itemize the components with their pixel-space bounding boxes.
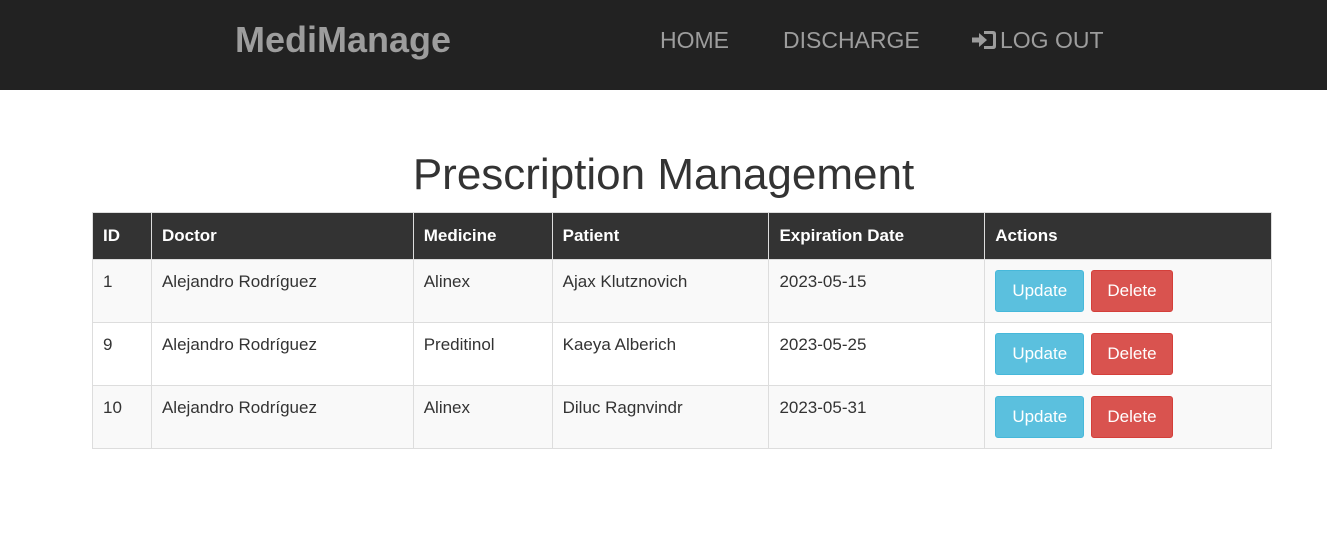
- cell-patient: Kaeya Alberich: [551, 322, 770, 386]
- header-doctor: Doctor: [150, 212, 414, 260]
- cell-expiration-date: 2023-05-31: [768, 385, 986, 449]
- cell-medicine: Preditinol: [412, 322, 553, 386]
- nav-logout-link[interactable]: LOG OUT: [970, 26, 1104, 54]
- cell-patient: Diluc Ragnvindr: [551, 385, 770, 449]
- header-expiration-date: Expiration Date: [768, 212, 986, 260]
- cell-id: 10: [92, 385, 152, 449]
- cell-medicine: Alinex: [412, 259, 553, 323]
- delete-button[interactable]: Delete: [1090, 396, 1173, 438]
- table-row: 10 Alejandro Rodríguez Alinex Diluc Ragn…: [92, 385, 1272, 449]
- nav-logout-label: LOG OUT: [1000, 27, 1104, 53]
- nav-home-link[interactable]: HOME: [660, 26, 729, 54]
- table-header-row: ID Doctor Medicine Patient Expiration Da…: [92, 212, 1272, 260]
- cell-actions: Update Delete: [984, 385, 1272, 449]
- cell-id: 1: [92, 259, 152, 323]
- nav-discharge-label: DISCHARGE: [783, 27, 920, 53]
- cell-doctor: Alejandro Rodríguez: [150, 259, 414, 323]
- brand-logo-link[interactable]: MediManage: [235, 18, 451, 62]
- top-navbar: MediManage HOME DISCHARGE LOG OUT: [0, 0, 1327, 90]
- cell-doctor: Alejandro Rodríguez: [150, 385, 414, 449]
- header-actions: Actions: [984, 212, 1272, 260]
- cell-expiration-date: 2023-05-15: [768, 259, 986, 323]
- delete-button[interactable]: Delete: [1090, 333, 1173, 375]
- nav-discharge-link[interactable]: DISCHARGE: [783, 26, 920, 54]
- log-in-icon: [970, 28, 998, 52]
- update-button[interactable]: Update: [995, 270, 1085, 312]
- table-row: 1 Alejandro Rodríguez Alinex Ajax Klutzn…: [92, 259, 1272, 323]
- cell-actions: Update Delete: [984, 322, 1272, 386]
- cell-patient: Ajax Klutznovich: [551, 259, 770, 323]
- header-id: ID: [92, 212, 152, 260]
- table-row: 9 Alejandro Rodríguez Preditinol Kaeya A…: [92, 322, 1272, 386]
- prescriptions-table: ID Doctor Medicine Patient Expiration Da…: [92, 212, 1272, 449]
- update-button[interactable]: Update: [995, 396, 1085, 438]
- header-patient: Patient: [551, 212, 770, 260]
- cell-actions: Update Delete: [984, 259, 1272, 323]
- cell-expiration-date: 2023-05-25: [768, 322, 986, 386]
- header-medicine: Medicine: [412, 212, 553, 260]
- update-button[interactable]: Update: [995, 333, 1085, 375]
- cell-id: 9: [92, 322, 152, 386]
- page-title: Prescription Management: [412, 150, 915, 199]
- cell-medicine: Alinex: [412, 385, 553, 449]
- delete-button[interactable]: Delete: [1090, 270, 1173, 312]
- cell-doctor: Alejandro Rodríguez: [150, 322, 414, 386]
- nav-home-label: HOME: [660, 27, 729, 53]
